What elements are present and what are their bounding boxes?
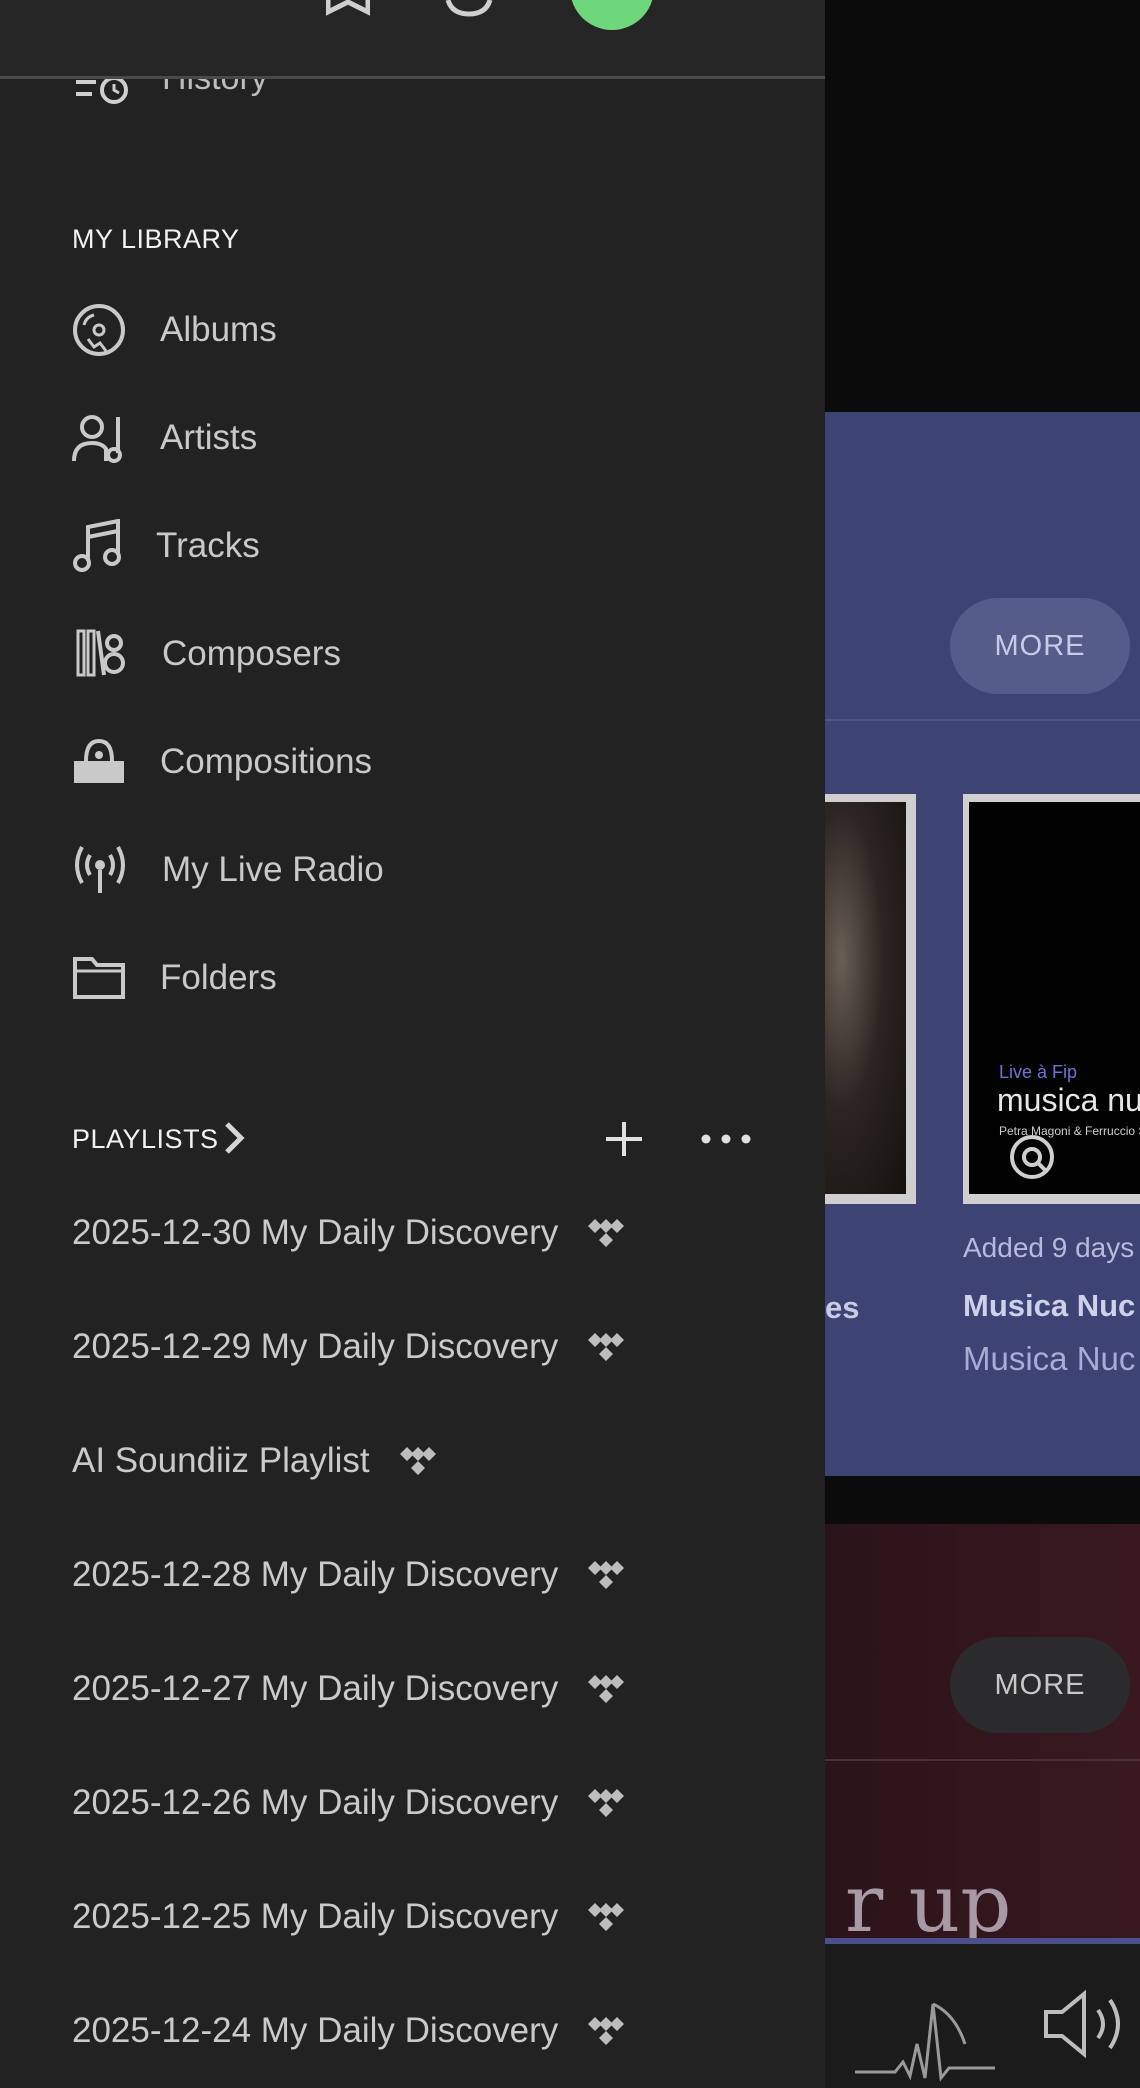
- avatar[interactable]: [570, 0, 654, 30]
- sidebar-item-history[interactable]: History: [0, 79, 825, 109]
- volume-icon[interactable]: [1040, 1984, 1140, 2064]
- sidebar-item-label: Albums: [160, 310, 277, 349]
- featured-section: MORE r up: [825, 1524, 1140, 1944]
- sidebar-item-label: Folders: [160, 958, 277, 997]
- playlists-header[interactable]: PLAYLISTS: [72, 1124, 219, 1155]
- tidal-icon: [584, 1902, 628, 1932]
- playlist-item[interactable]: 2025-12-24 My Daily Discovery: [72, 2006, 628, 2056]
- sidebar-item-my-live-radio[interactable]: My Live Radio: [72, 840, 772, 900]
- playlist-title: 2025-12-27 My Daily Discovery: [72, 1669, 559, 1708]
- history-icon: [76, 79, 128, 104]
- album-title[interactable]: es: [825, 1290, 859, 1326]
- sidebar-item-folders[interactable]: Folders: [72, 948, 772, 1008]
- featured-banner-text: r up: [845, 1857, 1012, 1950]
- playlist-title: 2025-12-24 My Daily Discovery: [72, 2011, 559, 2050]
- playlist-item[interactable]: 2025-12-30 My Daily Discovery: [72, 1208, 628, 1258]
- tidal-icon: [396, 1446, 440, 1476]
- navigation-drawer: History MY LIBRARY Albums Artists: [0, 0, 825, 2088]
- section-divider: [825, 719, 1140, 721]
- album-artist[interactable]: Musica Nuc: [963, 1340, 1135, 1378]
- sidebar-item-label: Composers: [162, 634, 341, 673]
- sidebar-item-label: My Live Radio: [162, 850, 384, 889]
- album-cover[interactable]: [825, 794, 916, 1204]
- playlist-item[interactable]: 2025-12-27 My Daily Discovery: [72, 1664, 628, 1714]
- playlist-item[interactable]: 2025-12-29 My Daily Discovery: [72, 1322, 628, 1372]
- chevron-right-icon[interactable]: [222, 1120, 246, 1156]
- more-options-icon[interactable]: [698, 1130, 754, 1148]
- playlist-title: AI Soundiiz Playlist: [72, 1441, 370, 1480]
- vinyl-icon: [72, 302, 128, 358]
- composer-icon: [72, 626, 128, 682]
- album-cover[interactable]: Live à Fip musica nuc Petra Magoni & Fer…: [963, 794, 1140, 1204]
- tidal-icon: [584, 1218, 628, 1248]
- sidebar-item-label: Tracks: [156, 526, 260, 565]
- more-button[interactable]: MORE: [950, 598, 1130, 694]
- sidebar-item-label: History: [162, 79, 268, 98]
- playlist-title: 2025-12-26 My Daily Discovery: [72, 1783, 559, 1822]
- section-divider: [825, 1759, 1140, 1761]
- playlist-title: 2025-12-30 My Daily Discovery: [72, 1213, 559, 1252]
- cover-text: Live à Fip: [999, 1062, 1078, 1082]
- tidal-icon: [584, 1674, 628, 1704]
- playlist-title: 2025-12-28 My Daily Discovery: [72, 1555, 559, 1594]
- add-playlist-icon[interactable]: [598, 1118, 650, 1160]
- qobuz-icon: [1010, 1135, 1054, 1179]
- folder-icon: [72, 950, 128, 1006]
- mini-player: [825, 1944, 1140, 2088]
- radio-icon: [72, 842, 128, 898]
- sidebar-item-tracks[interactable]: Tracks: [72, 516, 772, 576]
- sidebar-item-composers[interactable]: Composers: [72, 624, 772, 684]
- gear-icon[interactable]: [444, 0, 494, 18]
- tidal-icon: [584, 1332, 628, 1362]
- cover-text: musica nuc: [997, 1082, 1140, 1118]
- tidal-icon: [584, 1788, 628, 1818]
- playlist-title: 2025-12-29 My Daily Discovery: [72, 1327, 559, 1366]
- sidebar-item-albums[interactable]: Albums: [72, 300, 772, 360]
- sidebar-item-label: Artists: [160, 418, 258, 457]
- library-header: MY LIBRARY: [72, 224, 240, 254]
- sidebar-item-compositions[interactable]: Compositions: [72, 732, 772, 792]
- tidal-icon: [584, 1560, 628, 1590]
- playlist-item[interactable]: 2025-12-28 My Daily Discovery: [72, 1550, 628, 1600]
- artist-icon: [72, 410, 128, 466]
- bookmark-icon[interactable]: [326, 0, 370, 20]
- added-date: Added 9 days: [963, 1232, 1135, 1263]
- album-title[interactable]: Musica Nuc: [963, 1288, 1135, 1324]
- drawer-top-bar: [0, 0, 825, 79]
- music-note-icon: [72, 518, 128, 574]
- tidal-icon: [584, 2016, 628, 2046]
- waveform-logo-icon: [855, 2002, 995, 2082]
- sidebar-item-artists[interactable]: Artists: [72, 408, 772, 468]
- playlist-title: 2025-12-25 My Daily Discovery: [72, 1897, 559, 1936]
- playlist-item[interactable]: AI Soundiiz Playlist: [72, 1436, 440, 1486]
- composition-icon: [72, 734, 128, 790]
- playlist-item[interactable]: 2025-12-26 My Daily Discovery: [72, 1778, 628, 1828]
- playlist-item[interactable]: 2025-12-25 My Daily Discovery: [72, 1892, 628, 1942]
- more-button[interactable]: MORE: [950, 1637, 1130, 1733]
- sidebar-item-label: Compositions: [160, 742, 373, 781]
